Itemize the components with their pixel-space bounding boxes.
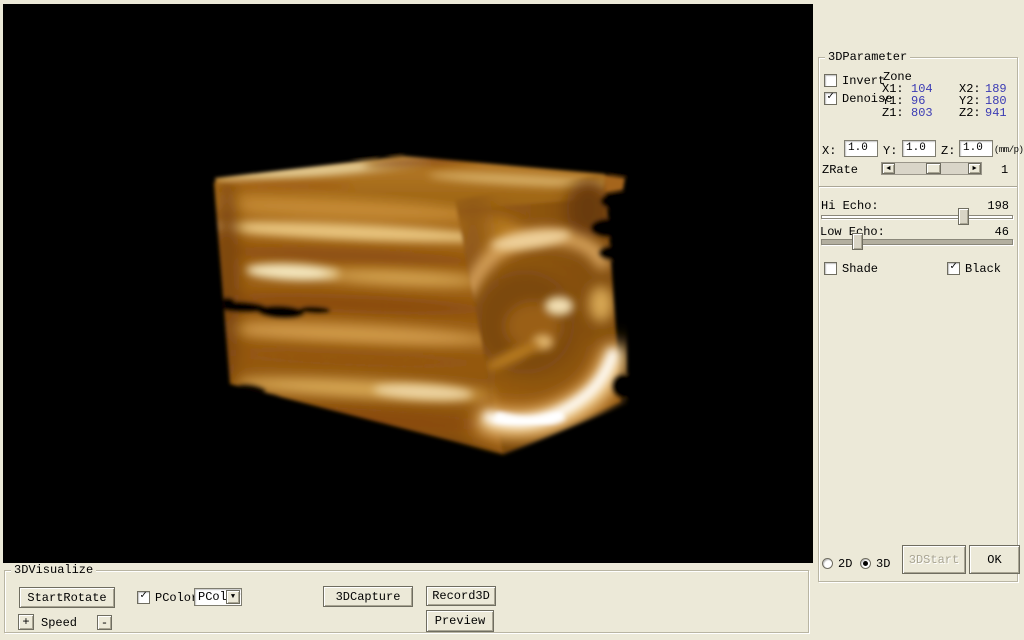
start-rotate-button[interactable]: StartRotate bbox=[19, 587, 115, 608]
zone-z1-value: 803 bbox=[911, 107, 933, 120]
pcolor-dropdown[interactable]: PColor ▼ bbox=[194, 588, 242, 606]
scroll-left-icon[interactable]: ◄ bbox=[882, 163, 895, 174]
param-groupbox: 3DParameter Invert ✓ Denoise Zone X1: 10… bbox=[818, 57, 1018, 582]
zone-z2-label: Z2: bbox=[959, 107, 981, 120]
preview-button[interactable]: Preview bbox=[426, 610, 494, 632]
zrate-scrollbar[interactable]: ◄ ► bbox=[881, 162, 982, 175]
hi-echo-track[interactable] bbox=[821, 215, 1013, 219]
pcolor-label: PColor bbox=[155, 592, 198, 605]
right-panel: 3DParameter Invert ✓ Denoise Zone X1: 10… bbox=[815, 0, 1024, 640]
app-window: { "param_panel": { "title": "3DParameter… bbox=[0, 0, 1024, 640]
zrate-label: ZRate bbox=[822, 164, 858, 177]
scale-x-input[interactable]: 1.0 bbox=[844, 140, 878, 157]
speed-plus-button[interactable]: + bbox=[18, 614, 34, 630]
mode-2d-radio[interactable] bbox=[822, 558, 833, 569]
speed-label: Speed bbox=[41, 617, 77, 630]
scroll-right-icon[interactable]: ► bbox=[968, 163, 981, 174]
mode-2d-label: 2D bbox=[838, 558, 852, 571]
check-icon: ✓ bbox=[950, 261, 957, 273]
invert-checkbox[interactable] bbox=[824, 74, 837, 87]
check-icon: ✓ bbox=[140, 590, 147, 602]
check-icon: ✓ bbox=[827, 91, 834, 103]
speed-minus-button[interactable]: - bbox=[97, 615, 112, 630]
black-label: Black bbox=[965, 263, 1001, 276]
low-echo-slider-thumb[interactable] bbox=[852, 233, 863, 250]
scale-z-label: Z: bbox=[941, 145, 955, 158]
hi-echo-slider-thumb[interactable] bbox=[958, 208, 969, 225]
pcolor-checkbox[interactable]: ✓ bbox=[137, 591, 150, 604]
scale-z-input[interactable]: 1.0 bbox=[959, 140, 993, 157]
invert-label: Invert bbox=[842, 75, 885, 88]
zrate-scroll-thumb[interactable] bbox=[926, 163, 941, 174]
black-checkbox[interactable]: ✓ bbox=[947, 262, 960, 275]
shade-label: Shade bbox=[842, 263, 878, 276]
volume-render bbox=[3, 4, 813, 563]
scale-y-input[interactable]: 1.0 bbox=[902, 140, 936, 157]
capture3d-button[interactable]: 3DCapture bbox=[323, 586, 413, 607]
low-echo-value: 46 bbox=[995, 226, 1009, 239]
param-group-title: 3DParameter bbox=[825, 50, 910, 64]
visualize-group-title: 3DVisualize bbox=[11, 563, 96, 577]
hi-echo-label: Hi Echo: bbox=[821, 200, 879, 213]
scale-unit-label: (mm/p) bbox=[994, 144, 1023, 157]
dropdown-arrow-icon[interactable]: ▼ bbox=[226, 590, 240, 604]
zone-z1-label: Z1: bbox=[882, 107, 904, 120]
ok-button[interactable]: OK bbox=[969, 545, 1020, 574]
zrate-value: 1 bbox=[1001, 164, 1008, 177]
denoise-checkbox[interactable]: ✓ bbox=[824, 92, 837, 105]
shade-checkbox[interactable] bbox=[824, 262, 837, 275]
mode-3d-label: 3D bbox=[876, 558, 890, 571]
zone-z2-value: 941 bbox=[985, 107, 1007, 120]
start3d-button[interactable]: 3DStart bbox=[902, 545, 966, 574]
render-viewport[interactable] bbox=[3, 4, 813, 563]
hi-echo-value: 198 bbox=[987, 200, 1009, 213]
mode-3d-radio[interactable] bbox=[860, 558, 871, 569]
bottom-panel: 3DVisualize StartRotate ✓ PColor PColor … bbox=[0, 563, 815, 640]
low-echo-track[interactable] bbox=[821, 239, 1013, 245]
visualize-groupbox: 3DVisualize StartRotate ✓ PColor PColor … bbox=[4, 570, 809, 633]
scale-y-label: Y: bbox=[883, 145, 897, 158]
scale-x-label: X: bbox=[822, 145, 836, 158]
divider bbox=[819, 186, 1017, 188]
record3d-button[interactable]: Record3D bbox=[426, 586, 496, 606]
